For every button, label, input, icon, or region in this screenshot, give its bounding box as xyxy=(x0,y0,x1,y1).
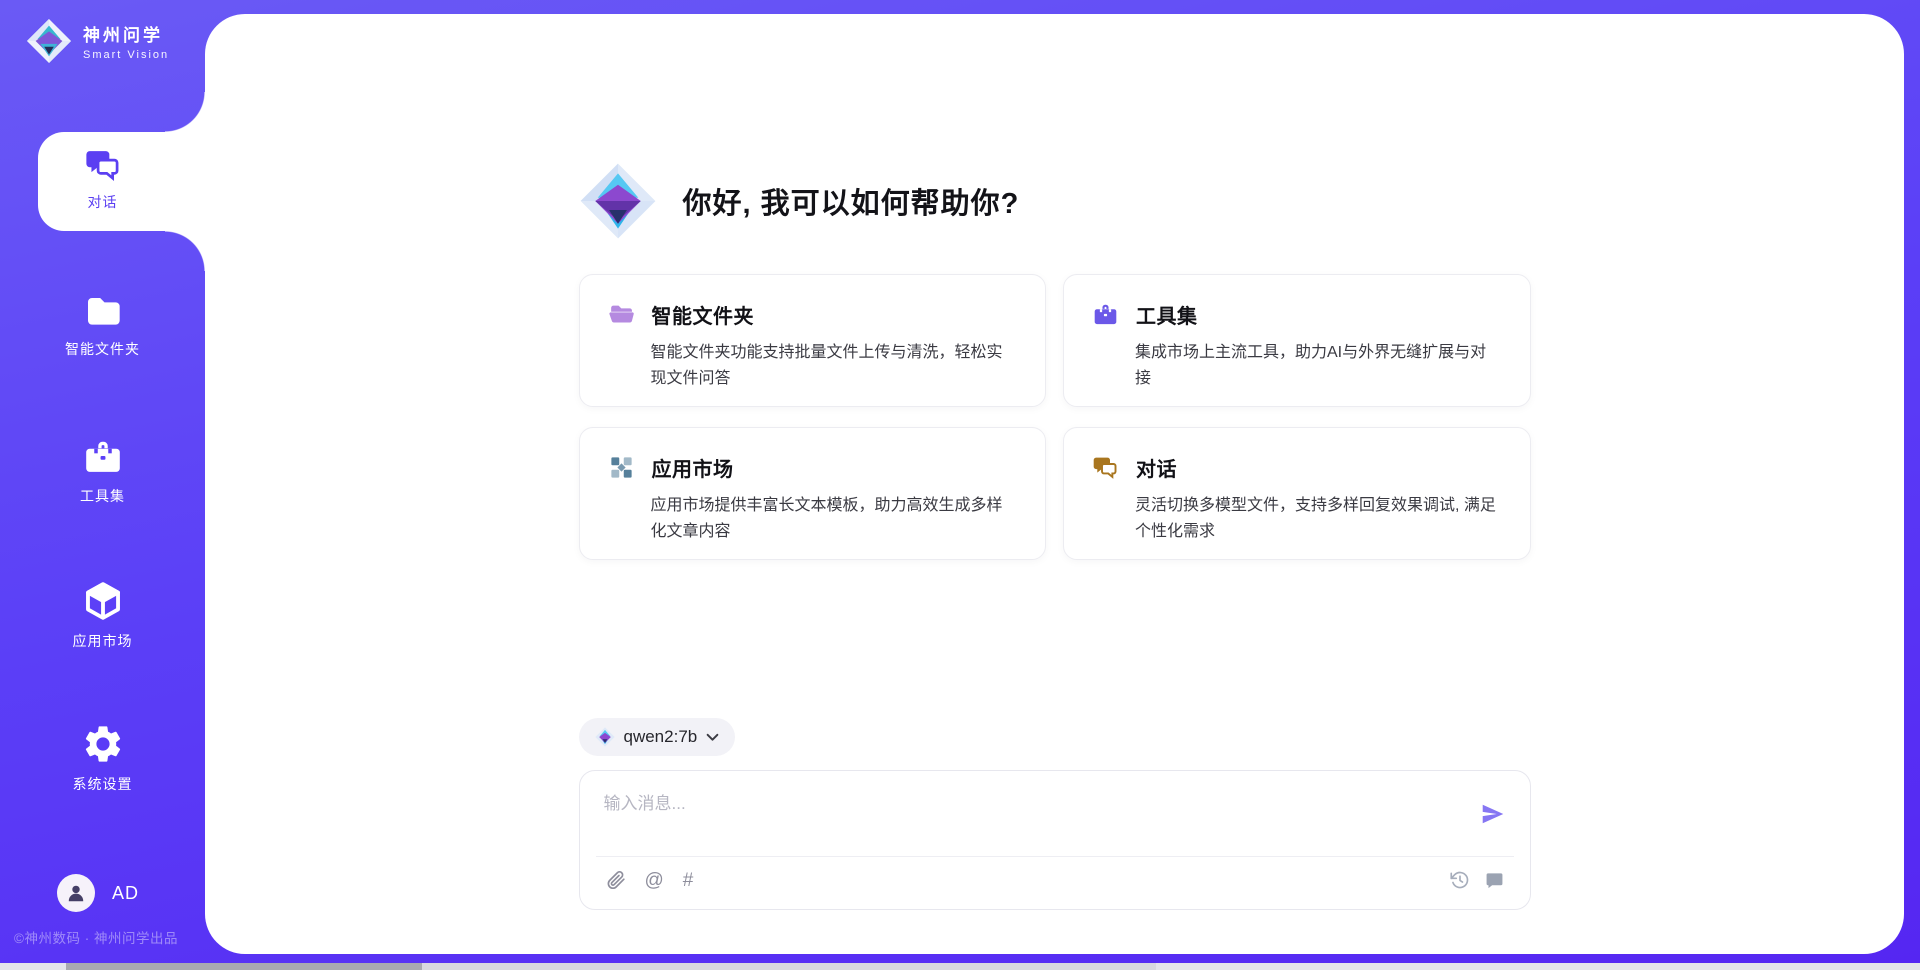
sidebar-item-toolbox[interactable]: 工具集 xyxy=(0,436,205,506)
card-title: 工具集 xyxy=(1136,300,1198,329)
history-icon xyxy=(1450,870,1470,890)
message-input-box: @ # xyxy=(579,770,1531,910)
model-name: qwen2:7b xyxy=(624,727,698,747)
paperclip-icon xyxy=(606,870,626,890)
send-icon xyxy=(1480,801,1506,827)
send-button[interactable] xyxy=(1480,801,1506,827)
composer-divider xyxy=(596,856,1514,857)
model-selector[interactable]: qwen2:7b xyxy=(579,718,736,756)
greeting-block: 你好, 我可以如何帮助你? xyxy=(579,162,1020,240)
feedback-chat-icon xyxy=(1485,871,1504,890)
app-grid-icon xyxy=(608,454,635,481)
card-toolbox[interactable]: 工具集 集成市场上主流工具，助力AI与外界无缝扩展与对接 xyxy=(1063,274,1531,407)
card-title: 对话 xyxy=(1136,453,1177,482)
folder-open-icon xyxy=(608,301,635,328)
hashtag-button[interactable]: # xyxy=(683,871,694,890)
user-profile[interactable]: AD xyxy=(57,874,139,912)
card-title: 应用市场 xyxy=(652,453,734,482)
message-input[interactable] xyxy=(604,789,1444,851)
sidebar-item-label: 智能文件夹 xyxy=(65,339,140,359)
gear-icon xyxy=(81,722,125,766)
brand-name: 神州问学 xyxy=(83,21,169,46)
horizontal-scrollbar[interactable] xyxy=(0,963,1920,970)
card-chat[interactable]: 对话 灵活切换多模型文件，支持多样回复效果调试, 满足个性化需求 xyxy=(1063,427,1531,560)
folder-icon xyxy=(83,291,123,331)
chat-icon xyxy=(84,146,122,184)
brand: 神州问学 Smart Vision xyxy=(26,18,169,64)
sidebar-item-label: 应用市场 xyxy=(73,631,133,651)
sidebar-item-smart-folder[interactable]: 智能文件夹 xyxy=(0,291,205,359)
composer-area: qwen2:7b xyxy=(579,718,1531,910)
sidebar-item-chat[interactable]: 对话 xyxy=(0,146,205,212)
brand-logo-diamond-icon xyxy=(26,18,72,64)
card-description: 智能文件夹功能支持批量文件上传与清洗，轻松实现文件问答 xyxy=(651,340,1018,391)
user-name: AD xyxy=(112,883,139,904)
sidebar-item-label: 工具集 xyxy=(80,486,125,506)
card-app-market[interactable]: 应用市场 应用市场提供丰富长文本模板，助力高效生成多样化文章内容 xyxy=(579,427,1047,560)
avatar xyxy=(57,874,95,912)
chevron-down-icon xyxy=(706,733,719,742)
sidebar-item-settings[interactable]: 系统设置 xyxy=(0,722,205,794)
person-icon xyxy=(64,881,88,905)
cube-icon xyxy=(81,579,125,623)
card-smart-folder[interactable]: 智能文件夹 智能文件夹功能支持批量文件上传与清洗，轻松实现文件问答 xyxy=(579,274,1047,407)
brand-subtitle: Smart Vision xyxy=(83,49,169,61)
toolbox-icon xyxy=(82,436,124,478)
card-title: 智能文件夹 xyxy=(652,300,755,329)
feature-cards: 智能文件夹 智能文件夹功能支持批量文件上传与清洗，轻松实现文件问答 xyxy=(579,274,1531,560)
scrollbar-thumb[interactable] xyxy=(66,963,422,970)
sidebar-item-label: 系统设置 xyxy=(73,774,133,794)
main-panel: 你好, 我可以如何帮助你? 智能文件夹 智能文件夹功能支持批量文件上传与清洗，轻… xyxy=(205,14,1904,954)
sidebar-item-label: 对话 xyxy=(88,192,118,212)
card-description: 集成市场上主流工具，助力AI与外界无缝扩展与对接 xyxy=(1135,340,1502,391)
copyright-text: ©神州数码 · 神州问学出品 xyxy=(14,927,209,947)
greeting-title: 你好, 我可以如何帮助你? xyxy=(683,180,1020,222)
scrollbar-track-segment xyxy=(422,963,1156,970)
briefcase-icon xyxy=(1092,301,1119,328)
mention-button[interactable]: @ xyxy=(645,871,664,890)
model-diamond-logo-icon xyxy=(595,727,615,747)
card-description: 应用市场提供丰富长文本模板，助力高效生成多样化文章内容 xyxy=(651,493,1018,544)
composer-toolbar: @ # xyxy=(606,870,1504,890)
sidebar-item-app-market[interactable]: 应用市场 xyxy=(0,579,205,651)
attachment-button[interactable] xyxy=(606,870,626,890)
feedback-button[interactable] xyxy=(1485,871,1504,890)
hero-diamond-logo-icon xyxy=(579,162,657,240)
card-description: 灵活切换多模型文件，支持多样回复效果调试, 满足个性化需求 xyxy=(1135,493,1502,544)
history-button[interactable] xyxy=(1450,870,1470,890)
chat-bubbles-icon xyxy=(1092,454,1119,481)
sidebar: 神州问学 Smart Vision 对话 智能文件夹 xyxy=(0,0,205,970)
